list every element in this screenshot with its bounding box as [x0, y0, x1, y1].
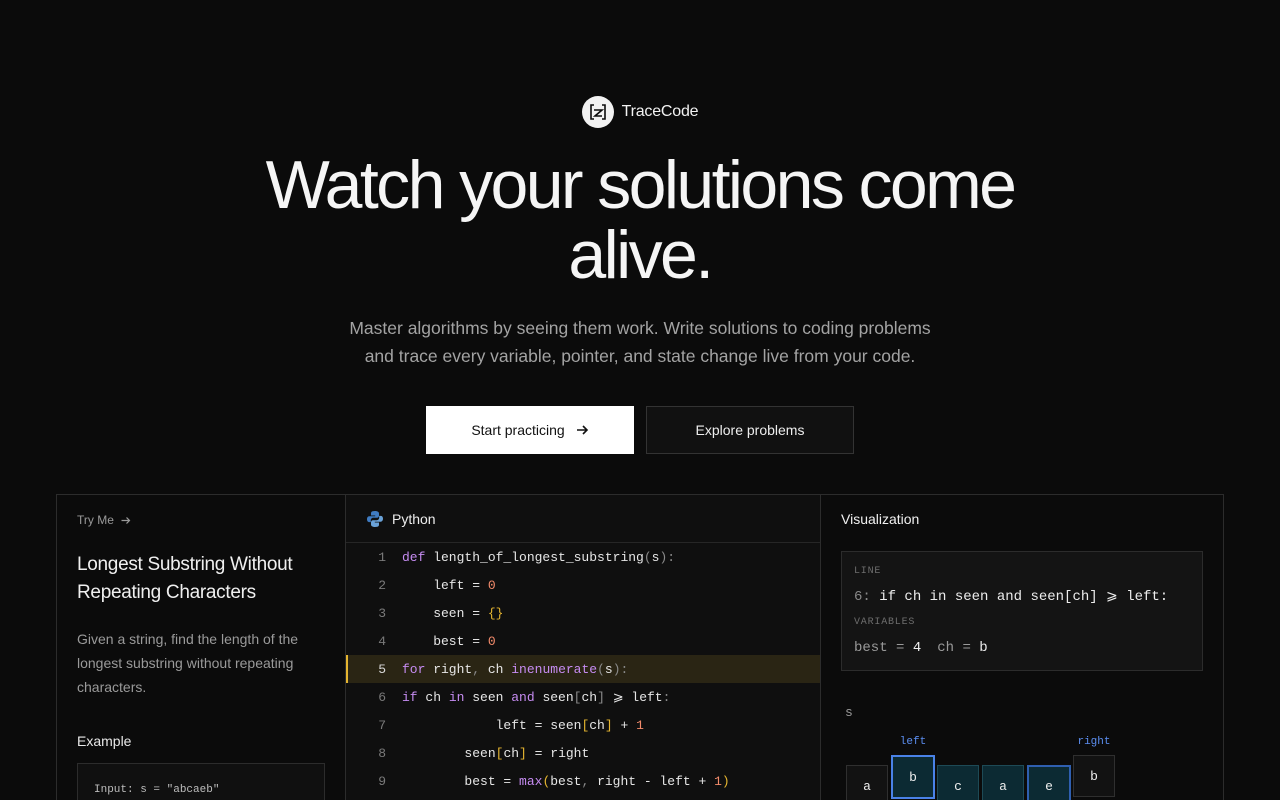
editor-header: Python — [346, 495, 820, 543]
line-number: 8 — [378, 745, 386, 761]
code-line[interactable]: 9 best = max(best, right - left + 1) — [346, 767, 820, 795]
pointer-left: left — [899, 736, 927, 748]
brand-name: TraceCode — [621, 103, 699, 120]
array-cell-window: c — [937, 765, 979, 800]
example-box: Input: s = "abcaeb" — [77, 763, 325, 800]
line-number: 9 — [378, 773, 386, 789]
variable-ch: ch = b — [937, 640, 988, 656]
line-number: 2 — [378, 577, 386, 593]
code-line[interactable]: 4 best = 0 — [346, 627, 820, 655]
start-practicing-button[interactable]: Start practicing — [426, 406, 634, 454]
arrow-right-icon — [576, 425, 588, 435]
visualization-title: Visualization — [841, 511, 920, 527]
code-line[interactable]: 3 seen = {} — [346, 599, 820, 627]
array-cell-window: a — [982, 765, 1024, 800]
code-editor[interactable]: Python 1 def length_of_longest_substring(… — [346, 495, 821, 800]
arrow-right-icon — [121, 516, 131, 524]
hero-subtitle-line1: Master algorithms by seeing them work. W… — [349, 318, 931, 338]
code-line[interactable]: 1 def length_of_longest_substring(s): — [346, 543, 820, 571]
hero-subtitle-line2: and trace every variable, pointer, and s… — [364, 346, 916, 366]
demo-panel: Try Me Longest Substring Without Repeati… — [56, 494, 1224, 800]
variables-label: VARIABLES — [854, 617, 916, 628]
code-line[interactable]: 2 left = 0 — [346, 571, 820, 599]
code-body[interactable]: 1 def length_of_longest_substring(s): 2 l… — [346, 543, 820, 795]
hero-subtitle: Master algorithms by seeing them work. W… — [340, 314, 940, 370]
hero-title-line1: Watch your solutions come — [265, 147, 1017, 223]
code-line[interactable]: 6 if ch in seen and seen[ch] ⩾ left: — [346, 683, 820, 711]
code-line[interactable]: 7 left = seen[ch] + 1 — [346, 711, 820, 739]
line-number: 1 — [378, 549, 386, 565]
trace-logo-icon — [581, 96, 614, 128]
array-cell: a — [846, 765, 888, 800]
problem-column: Try Me Longest Substring Without Repeati… — [57, 495, 346, 800]
visualization-panel: Visualization LINE 6: if ch in seen and … — [821, 495, 1223, 800]
hero-title: Watch your solutions come alive. — [0, 150, 1280, 290]
code-line-active[interactable]: 5 for right, ch in enumerate(s): — [346, 655, 820, 683]
line-number: 3 — [378, 605, 386, 621]
variables-list: best = 4 ch = b — [854, 640, 988, 656]
pointer-right: right — [1077, 736, 1111, 748]
python-icon — [367, 510, 383, 527]
current-line: 6: if ch in seen and seen[ch] ⩾ left: — [854, 589, 1169, 605]
explore-problems-button[interactable]: Explore problems — [646, 406, 854, 454]
line-number: 6 — [378, 689, 386, 705]
example-label: Example — [77, 733, 132, 749]
line-number: 4 — [378, 633, 386, 649]
variable-best: best = 4 — [854, 640, 922, 656]
brand[interactable]: TraceCode — [0, 96, 1280, 128]
array-cell-window: e — [1027, 765, 1071, 800]
try-me-link[interactable]: Try Me — [77, 513, 131, 527]
language-label: Python — [392, 510, 436, 527]
problem-title: Longest Substring Without Repeating Char… — [77, 554, 293, 603]
array-cell-right-pointer: b — [1073, 755, 1115, 797]
explore-problems-label: Explore problems — [695, 422, 805, 438]
array-name: s — [845, 705, 853, 720]
try-me-label: Try Me — [77, 513, 114, 527]
example-input: Input: s = "abcaeb" — [94, 784, 220, 796]
start-practicing-label: Start practicing — [471, 422, 565, 438]
hero-title-line2: alive. — [568, 217, 714, 293]
state-box: LINE 6: if ch in seen and seen[ch] ⩾ lef… — [841, 551, 1203, 671]
line-label: LINE — [854, 566, 882, 577]
array-cell-left-pointer: b — [891, 755, 935, 799]
problem-description: Given a string, find the length of the l… — [77, 631, 299, 695]
line-number: 5 — [378, 661, 386, 677]
line-number: 7 — [378, 717, 386, 733]
current-line-code: if ch in seen and seen[ch] ⩾ left: — [879, 589, 1169, 605]
code-line[interactable]: 8 seen[ch] = right — [346, 739, 820, 767]
